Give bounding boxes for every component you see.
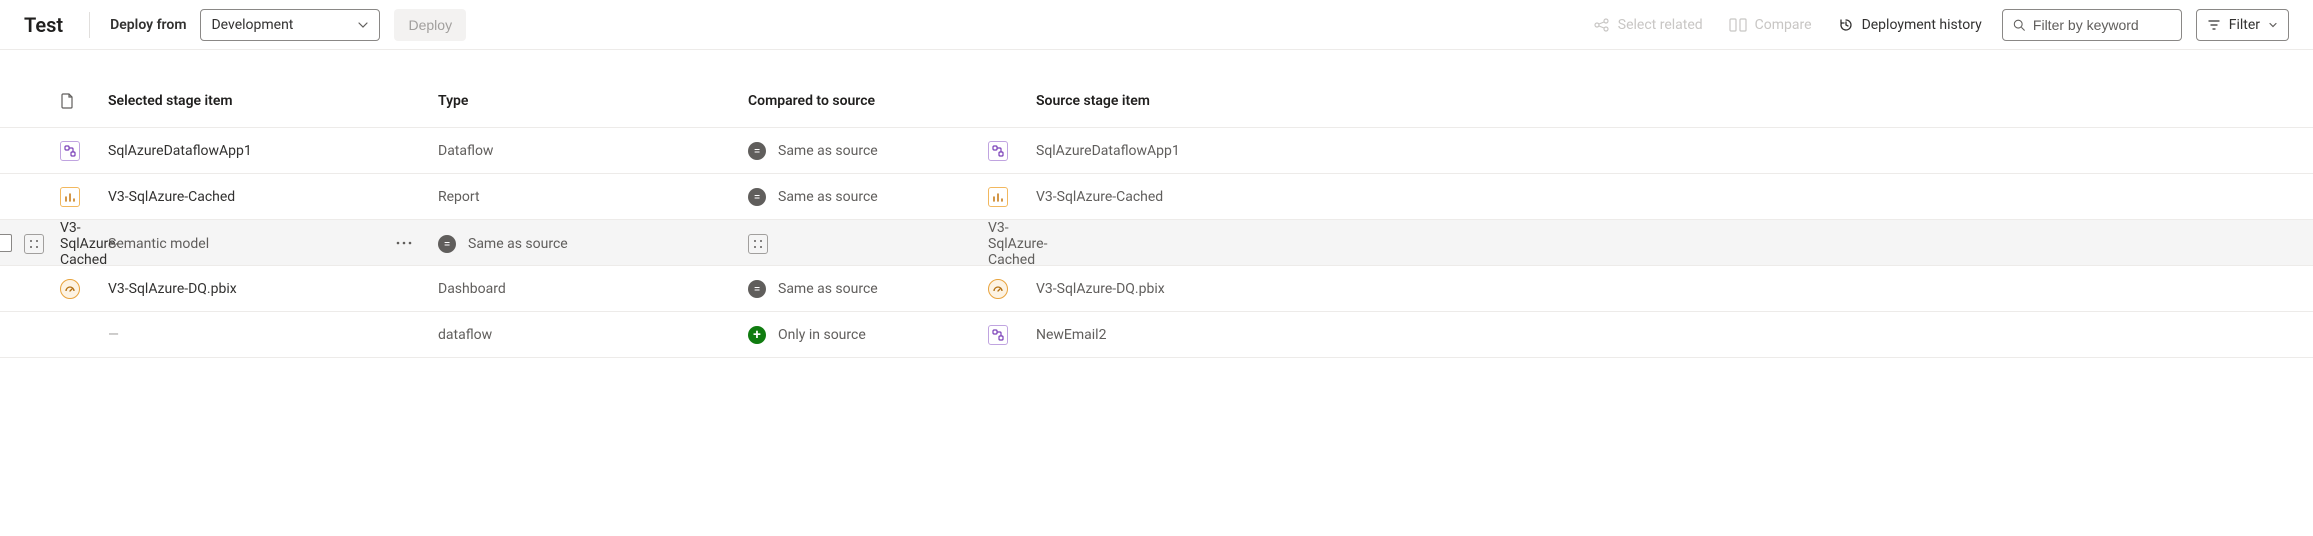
file-icon [60,93,74,109]
dataflow-icon [60,141,80,161]
col-compared[interactable]: Compared to source [748,93,988,109]
col-type[interactable]: Type [438,93,748,109]
compare-status-label: Only in source [778,327,866,343]
item-type: Dataflow [438,143,748,159]
plus-icon: + [748,326,766,344]
source-type-icon-cell [988,325,1036,345]
semantic-model-icon [24,234,44,254]
item-type: dataflow [438,327,748,343]
table-row[interactable]: V3-SqlAzure-CachedReport=Same as sourceV… [0,174,2313,220]
filter-button-label: Filter [2229,17,2260,33]
report-icon [60,187,80,207]
dataflow-icon [988,141,1008,161]
table-row[interactable]: V3-SqlAzure-CachedSemantic model=Same as… [0,220,2313,266]
col-selected-item[interactable]: Selected stage item [108,93,438,109]
deployment-history-label: Deployment history [1862,17,1982,33]
item-type: Dashboard [438,281,748,297]
item-type-icon-cell [60,141,108,161]
source-item-name: NewEmail2 [1036,327,2289,343]
toolbar: Test Deploy from Development Deploy Sele… [0,0,2313,50]
equals-icon: = [748,142,766,160]
source-stage-selected: Development [211,17,293,33]
chevron-down-icon [357,19,369,31]
table-row[interactable]: V3-SqlAzure-DQ.pbixDashboard=Same as sou… [0,266,2313,312]
source-type-icon-cell [988,279,1036,299]
item-name: SqlAzureDataflowApp1 [108,143,438,159]
source-type-icon-cell [988,141,1036,161]
search-icon [2013,18,2025,32]
filter-keyword-input[interactable] [2033,17,2171,33]
compare-label: Compare [1755,17,1812,33]
source-type-icon-cell [988,187,1036,207]
deployment-history-button[interactable]: Deployment history [1832,13,1988,37]
more-icon [396,241,412,245]
compare-button[interactable]: Compare [1723,13,1818,37]
item-name: — [108,327,438,343]
item-type-icon-cell [60,279,108,299]
more-options-button[interactable] [392,231,416,255]
item-name: V3-SqlAzure-DQ.pbix [108,281,438,297]
items-table: Selected stage item Type Compared to sou… [0,74,2313,358]
equals-icon: = [438,235,456,253]
filter-keyword-box[interactable] [2002,9,2182,41]
source-type-icon-cell [748,234,988,254]
table-row[interactable]: —dataflow+ Only in source NewEmail2 [0,312,2313,358]
compare-icon [1729,17,1747,33]
compare-status: = Same as source [748,142,988,160]
select-related-icon [1594,17,1610,33]
semantic-model-icon [748,234,768,254]
source-item-name: V3-SqlAzure-Cached [988,220,1036,268]
compare-status-label: Same as source [778,143,878,159]
equals-icon: = [748,280,766,298]
equals-icon: = [748,188,766,206]
file-icon-header [60,93,108,109]
table-row[interactable]: SqlAzureDataflowApp1Dataflow=Same as sou… [0,128,2313,174]
chevron-down-icon [2268,20,2278,30]
row-checkbox[interactable] [0,234,12,252]
source-item-name: V3-SqlAzure-DQ.pbix [1036,281,2289,297]
item-name: V3-SqlAzure-Cached [60,220,108,268]
compare-status: = Same as source [748,280,988,298]
compare-status-label: Same as source [778,281,878,297]
item-type: Report [438,189,748,205]
select-related-button[interactable]: Select related [1588,13,1709,37]
dashboard-icon [988,279,1008,299]
item-name: V3-SqlAzure-Cached [108,189,438,205]
item-type-icon-cell [24,234,60,254]
table-header: Selected stage item Type Compared to sou… [0,74,2313,128]
compare-status-label: Same as source [468,236,568,252]
deploy-from-label: Deploy from [110,17,186,33]
filter-icon [2207,18,2221,32]
compare-status: = Same as source [438,235,748,253]
report-icon [988,187,1008,207]
source-item-name: SqlAzureDataflowApp1 [1036,143,2289,159]
dataflow-icon [988,325,1008,345]
select-related-label: Select related [1618,17,1703,33]
history-icon [1838,17,1854,33]
compare-status: + Only in source [748,326,988,344]
item-type: Semantic model [108,236,438,252]
filter-button[interactable]: Filter [2196,9,2289,41]
item-type-icon-cell [60,187,108,207]
compare-status-label: Same as source [778,189,878,205]
source-stage-select[interactable]: Development [200,9,380,41]
dashboard-icon [60,279,80,299]
source-item-name: V3-SqlAzure-Cached [1036,189,2289,205]
deploy-button[interactable]: Deploy [394,9,466,41]
divider [89,12,90,38]
col-source-item[interactable]: Source stage item [1036,93,2289,109]
stage-title: Test [24,13,63,37]
compare-status: = Same as source [748,188,988,206]
